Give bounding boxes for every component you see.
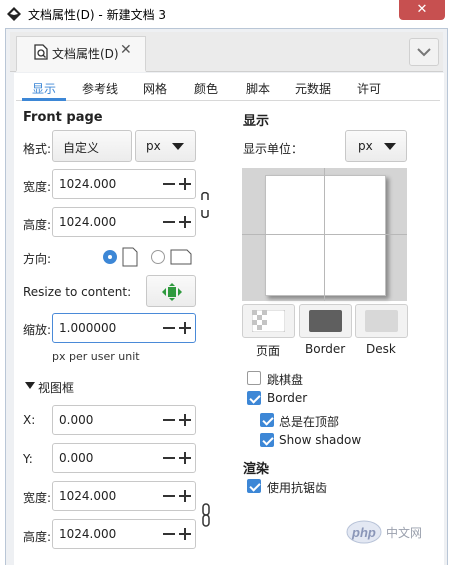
scale-value: 1.000000: [59, 321, 117, 335]
viewbox-width-spinbox[interactable]: 1024.000: [52, 481, 196, 511]
scale-label: 缩放:: [23, 323, 52, 337]
resize-to-content-label: Resize to content:: [23, 285, 132, 299]
viewbox-x-spinbox[interactable]: 0.000: [52, 405, 196, 435]
page-color-label: 页面: [256, 344, 281, 358]
viewbox-height-value: 1024.000: [59, 527, 117, 541]
scale-spinbox[interactable]: 1.000000: [52, 313, 196, 343]
dock-menu-button[interactable]: [409, 38, 439, 66]
page-unit-dropdown[interactable]: px: [135, 130, 196, 162]
fit-page-icon: [162, 283, 182, 301]
desk-color-swatch: [365, 310, 398, 332]
checkerboard-label: 跳棋盘: [267, 373, 304, 387]
chevron-down-icon: [417, 48, 431, 57]
tab-grids[interactable]: 网格: [143, 80, 167, 97]
window-title: 文档属性(D) - 新建文档 3: [28, 8, 167, 22]
viewbox-width-label: 宽度:: [23, 491, 52, 505]
page-unit-value: px: [146, 139, 161, 153]
viewbox-width-decrement-icon[interactable]: [163, 495, 175, 497]
display-unit-label: 显示单位：: [243, 142, 304, 156]
caret-down-icon: [384, 143, 396, 150]
viewbox-y-value: 0.000: [59, 451, 94, 465]
render-heading: 渲染: [243, 462, 270, 477]
page-color-swatch: [252, 310, 285, 332]
portrait-radio[interactable]: [103, 250, 117, 264]
border-color-label: Border: [305, 342, 346, 356]
viewbox-y-spinbox[interactable]: 0.000: [52, 443, 196, 473]
tab-display[interactable]: 显示: [32, 80, 56, 97]
viewbox-y-label: Y:: [23, 452, 33, 466]
viewbox-height-decrement-icon[interactable]: [163, 533, 175, 535]
scale-decrement-icon[interactable]: [163, 327, 175, 329]
viewbox-y-decrement-icon[interactable]: [163, 457, 175, 459]
tab-guides[interactable]: 参考线: [82, 80, 118, 97]
inkscape-app-icon: [7, 7, 21, 21]
viewbox-x-decrement-icon[interactable]: [163, 419, 175, 421]
show-shadow-label: Show shadow: [279, 433, 362, 447]
viewbox-width-value: 1024.000: [59, 489, 117, 503]
scale-unit-text: px per user unit: [52, 350, 140, 363]
viewbox-height-label: 高度:: [23, 530, 52, 544]
page-preview-sheet: [265, 175, 386, 296]
border-color-swatch: [309, 310, 342, 332]
checkerboard-checkbox[interactable]: [247, 371, 261, 385]
landscape-page-icon: [170, 249, 192, 265]
antialias-checkbox[interactable]: [247, 479, 261, 493]
always-on-top-label: 总是在顶部: [279, 415, 340, 429]
portrait-page-icon: [122, 247, 138, 267]
format-dropdown[interactable]: 自定义: [52, 130, 132, 162]
viewbox-x-label: X:: [23, 413, 36, 427]
width-decrement-icon[interactable]: [163, 183, 175, 185]
border-checkbox[interactable]: [247, 391, 261, 405]
display-heading: 显示: [243, 114, 270, 129]
height-decrement-icon[interactable]: [163, 221, 175, 223]
linked-chain-icon[interactable]: [200, 503, 212, 527]
caret-down-icon: [172, 143, 184, 150]
height-label: 高度:: [23, 218, 52, 232]
preview-guide-horizontal: [242, 234, 407, 235]
display-unit-value: px: [358, 139, 373, 153]
svg-text:中文网: 中文网: [386, 525, 422, 540]
tab-scripting[interactable]: 脚本: [246, 80, 270, 97]
format-value: 自定义: [63, 141, 100, 155]
viewbox-x-value: 0.000: [59, 413, 94, 427]
svg-text:php: php: [351, 525, 376, 540]
resize-to-content-button[interactable]: [146, 275, 196, 307]
width-value: 1024.000: [59, 177, 117, 191]
show-shadow-checkbox[interactable]: [260, 433, 274, 447]
front-page-heading: Front page: [23, 110, 103, 125]
dock-tab-close-icon[interactable]: ✕: [120, 42, 132, 58]
unlinked-chain-icon[interactable]: [199, 192, 211, 218]
viewbox-heading[interactable]: 视图框: [38, 379, 74, 396]
tab-license[interactable]: 许可: [357, 80, 381, 97]
height-value: 1024.000: [59, 215, 117, 229]
border-label: Border: [267, 391, 308, 405]
format-label: 格式:: [23, 142, 52, 156]
viewbox-height-spinbox[interactable]: 1024.000: [52, 519, 196, 549]
antialias-label: 使用抗锯齿: [267, 481, 328, 495]
expander-arrow-icon[interactable]: [25, 382, 35, 390]
always-on-top-checkbox[interactable]: [260, 413, 274, 427]
width-spinbox[interactable]: 1024.000: [52, 169, 196, 199]
height-spinbox[interactable]: 1024.000: [52, 207, 196, 237]
php-watermark-logo: php 中文网: [346, 520, 422, 544]
document-properties-icon: [34, 44, 48, 60]
tab-metadata[interactable]: 元数据: [295, 80, 331, 97]
landscape-radio[interactable]: [151, 250, 165, 264]
orientation-label: 方向:: [23, 252, 52, 266]
dock-tab-label: 文档属性(D): [52, 47, 119, 61]
active-tab-indicator: [22, 98, 66, 101]
display-unit-dropdown[interactable]: px: [345, 130, 407, 162]
window-close-button[interactable]: ✕: [399, 0, 445, 20]
width-label: 宽度:: [23, 180, 52, 194]
desk-color-label: Desk: [366, 342, 396, 356]
tab-colors[interactable]: 颜色: [194, 80, 218, 97]
